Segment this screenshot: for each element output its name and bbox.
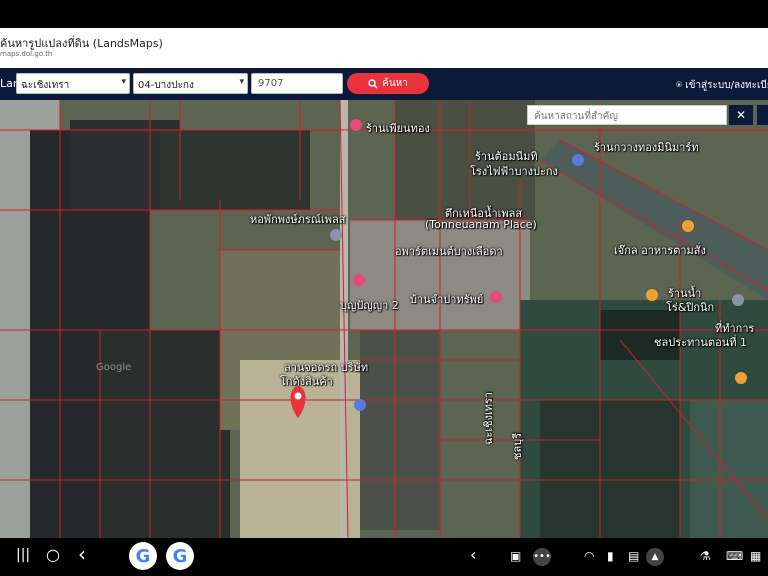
more-icon[interactable]: •••	[533, 548, 551, 566]
poi-label[interactable]: ร้านเพียนทอง	[366, 119, 430, 137]
poi-label[interactable]: โรงไฟฟ้าบางปะกง	[470, 162, 558, 180]
map-imagery	[0, 100, 768, 538]
flask-icon: ⚗	[700, 549, 711, 563]
district-select[interactable]: 04-บางปะกง ▾	[133, 73, 248, 94]
parcel-number-input[interactable]: 9707	[251, 73, 343, 94]
poi-label[interactable]: บุญปัญญา 2	[340, 296, 399, 314]
login-link[interactable]: ⍟ เข้าสู่ระบบ/ลงทะเบียน	[676, 78, 768, 93]
top-status-area	[0, 0, 768, 28]
wifi-icon: ◠	[584, 549, 595, 563]
home-button[interactable]: ○	[46, 545, 60, 564]
user-lock-icon: ⍟	[676, 80, 682, 91]
map-watermark: Google	[96, 362, 132, 373]
top-navbar: LandsMaps ฉะเชิงเทรา ▾ 04-บางปะกง ▾ 9707…	[0, 68, 768, 100]
road-label: ชลบุรี	[511, 432, 524, 460]
poi-label[interactable]: โร่&ปิกนิก	[666, 298, 714, 316]
poi-label[interactable]: ชลประทานตอนที่ 1	[654, 333, 747, 351]
chevron-left-icon[interactable]: ‹	[470, 545, 476, 564]
district-select-value: 04-บางปะกง	[138, 80, 194, 91]
layers-button[interactable]	[757, 105, 768, 125]
road-label: ฉะเชิงเทรา	[482, 391, 495, 445]
login-label: เข้าสู่ระบบ/ลงทะเบียน	[685, 80, 768, 91]
search-button[interactable]: ค้นหา	[347, 73, 429, 94]
close-icon[interactable]: ✕	[729, 105, 753, 125]
poi-label[interactable]: เจ๊กล อาหารตามสั่ง	[614, 241, 706, 259]
search-button-label: ค้นหา	[382, 78, 408, 89]
app-url: maps.dol.go.th	[0, 50, 53, 58]
google-app-icon[interactable]: G	[166, 542, 194, 570]
province-select[interactable]: ฉะเชิงเทรา ▾	[16, 73, 130, 94]
keyboard-icon[interactable]: ⌨	[726, 549, 743, 563]
poi-label[interactable]: หอพักพงษ์ภรณ์เพลส	[250, 210, 345, 228]
place-search-input[interactable]: ค้นหาสถานที่สำคัญ	[527, 105, 727, 125]
screen-icon[interactable]: ▦	[750, 549, 761, 563]
poi-label[interactable]: อพาร์ตเมนต์บางเลือดา	[395, 242, 503, 260]
gallery-icon[interactable]: ▣	[510, 549, 521, 563]
poi-label[interactable]: โกดังสินค้า	[280, 372, 333, 390]
google-app-icon[interactable]: G	[129, 542, 157, 570]
chevron-down-icon: ▾	[121, 77, 126, 87]
search-icon	[368, 78, 378, 89]
android-nav-bar: ||| ○ ‹ G G ‹ ▣ ••• ◠ ▮ ▤ ▲ ⚗ ⌨ ▦	[0, 538, 768, 576]
app-header: ค้นหารูปแปลงที่ดิน (LandsMaps) maps.dol.…	[0, 28, 768, 68]
notification-icon: ▤	[628, 549, 640, 563]
poi-label[interactable]: ร้านกวางทองมินิมาร์ท	[594, 138, 699, 156]
satellite-map[interactable]: ร้านเพียนทอง ร้านต้อมนีมทิ โรงไฟฟ้าบางปะ…	[0, 100, 768, 538]
chevron-down-icon: ▾	[239, 77, 244, 87]
back-button[interactable]: ‹	[78, 542, 86, 566]
chevron-up-icon[interactable]: ▲	[646, 548, 664, 566]
poi-label[interactable]: (Tonneuanam Place)	[425, 218, 537, 231]
province-select-value: ฉะเชิงเทรา	[21, 80, 70, 91]
recent-apps-button[interactable]: |||	[16, 547, 30, 563]
poi-label[interactable]: บ้านจำปาทรัพย์	[410, 290, 483, 308]
battery-icon: ▮	[607, 549, 614, 563]
